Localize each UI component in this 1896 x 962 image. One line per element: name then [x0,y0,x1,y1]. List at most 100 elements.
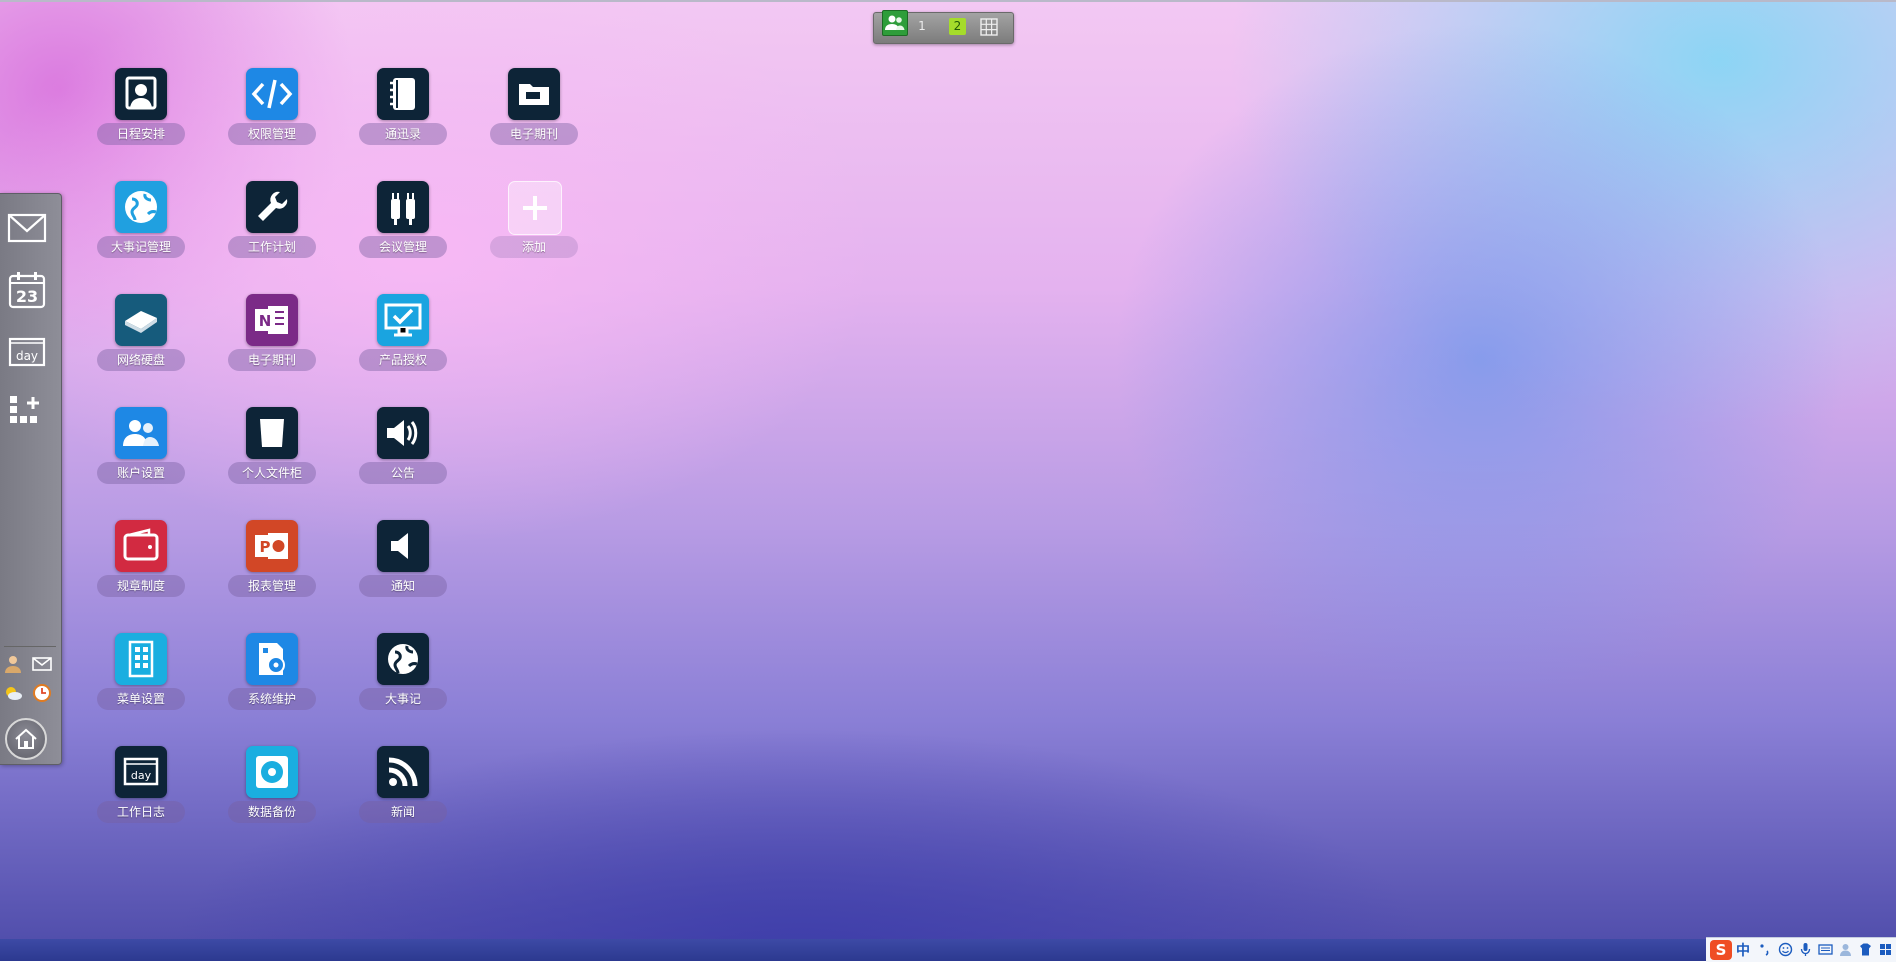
code-icon [246,68,298,120]
ime-logo[interactable]: S [1710,940,1732,960]
globe-icon [115,181,167,233]
app-events[interactable]: 大事记 [359,633,447,713]
app-label: 系统维护 [228,688,316,710]
monitor-check-icon [377,294,429,346]
address-book-icon [377,68,429,120]
toolbox-icon[interactable] [1878,942,1893,957]
dock-separator [4,646,56,647]
dock-user-button[interactable] [2,653,24,675]
user-manager-button[interactable] [882,10,908,36]
app-label: 个人文件柜 [228,462,316,484]
app-account-settings[interactable]: 账户设置 [97,407,185,487]
app-label: 大事记管理 [97,236,185,258]
app-label: 权限管理 [228,123,316,145]
app-label: 公告 [359,462,447,484]
wrench-icon [246,181,298,233]
ime-language-toggle[interactable]: 中 [1736,940,1750,960]
app-regulations[interactable]: 规章制度 [97,520,185,600]
app-ejournal[interactable]: N 电子期刊 [228,294,316,374]
speaker-mute-icon [377,520,429,572]
building-icon [115,633,167,685]
left-dock: 23 day [0,193,62,765]
app-label: 菜单设置 [97,688,185,710]
emoji-icon[interactable] [1778,942,1793,957]
install-icon [246,633,298,685]
app-permissions[interactable]: 权限管理 [228,68,316,148]
bottom-taskbar [0,939,1896,961]
app-label: 网络硬盘 [97,349,185,371]
desktop-background: 1 2 23 day 日程安排 权限管理 通迅录 电子期刊 大事记管理 工作计划… [0,0,1896,962]
clock-icon [33,684,51,702]
day-icon: day [8,337,46,367]
app-work-log[interactable]: day 工作日志 [97,746,185,826]
punctuation-icon[interactable] [1758,942,1773,957]
skin-icon[interactable] [1858,942,1873,957]
app-journal[interactable]: 电子期刊 [490,68,578,148]
dock-message-button[interactable] [31,653,53,675]
ime-toolbar: S 中 [1706,937,1896,962]
svg-text:N: N [259,312,272,330]
app-add[interactable]: 添加 [490,181,578,261]
app-label: 电子期刊 [228,349,316,371]
app-label: 账户设置 [97,462,185,484]
app-label: 电子期刊 [490,123,578,145]
app-label: 添加 [490,236,578,258]
grid-icon [980,18,998,36]
app-address-book[interactable]: 通迅录 [359,68,447,148]
day-icon: day [115,746,167,798]
grid-view-button[interactable] [980,18,998,36]
onenote-icon: N [246,294,298,346]
mail-icon [7,213,47,243]
calendar-icon: 23 [8,272,46,309]
app-label: 日程安排 [97,123,185,145]
home-button[interactable] [5,718,47,760]
app-label: 报表管理 [228,575,316,597]
app-menu-settings[interactable]: 菜单设置 [97,633,185,713]
app-personal-files[interactable]: 个人文件柜 [228,407,316,487]
microphone-icon[interactable] [1798,942,1813,957]
app-meetings[interactable]: 会议管理 [359,181,447,261]
app-news[interactable]: 新闻 [359,746,447,826]
app-label: 工作日志 [97,801,185,823]
page-1-button[interactable]: 1 [914,19,930,33]
dock-calendar-button[interactable]: 23 [6,270,48,310]
document-icon [246,407,298,459]
user-avatar-icon [5,656,21,673]
app-events-management[interactable]: 大事记管理 [97,181,185,261]
users-icon [885,15,905,30]
weather-icon [6,687,22,700]
app-announcement[interactable]: 公告 [359,407,447,487]
page-2-button[interactable]: 2 [949,18,966,35]
top-border [0,0,1896,2]
home-icon [15,728,37,749]
disk-icon [115,294,167,346]
app-network-disk[interactable]: 网络硬盘 [97,294,185,374]
dock-day-button[interactable]: day [6,332,48,372]
app-label: 通迅录 [359,123,447,145]
app-label: 工作计划 [228,236,316,258]
add-apps-icon [10,396,39,423]
app-label: 产品授权 [359,349,447,371]
speaker-icon [377,407,429,459]
app-data-backup[interactable]: 数据备份 [228,746,316,826]
dock-add-apps-button[interactable] [6,392,48,432]
dock-clock-button[interactable] [31,682,53,704]
desktop-page-switcher: 1 2 [873,10,1014,44]
users-icon [115,407,167,459]
dock-weather-button[interactable] [2,682,24,704]
svg-text:P: P [260,538,271,556]
powerpoint-icon: P [246,520,298,572]
app-work-plan[interactable]: 工作计划 [228,181,316,261]
app-notice[interactable]: 通知 [359,520,447,600]
app-product-license[interactable]: 产品授权 [359,294,447,374]
folder-icon [508,68,560,120]
dock-mail-button[interactable] [6,208,48,248]
app-reports[interactable]: P 报表管理 [228,520,316,600]
keyboard-icon[interactable] [1818,942,1833,957]
app-schedule[interactable]: 日程安排 [97,68,185,148]
wallet-icon [115,520,167,572]
schedule-icon [115,68,167,120]
app-system-maintenance[interactable]: 系统维护 [228,633,316,713]
app-label: 大事记 [359,688,447,710]
user-icon[interactable] [1838,942,1853,957]
